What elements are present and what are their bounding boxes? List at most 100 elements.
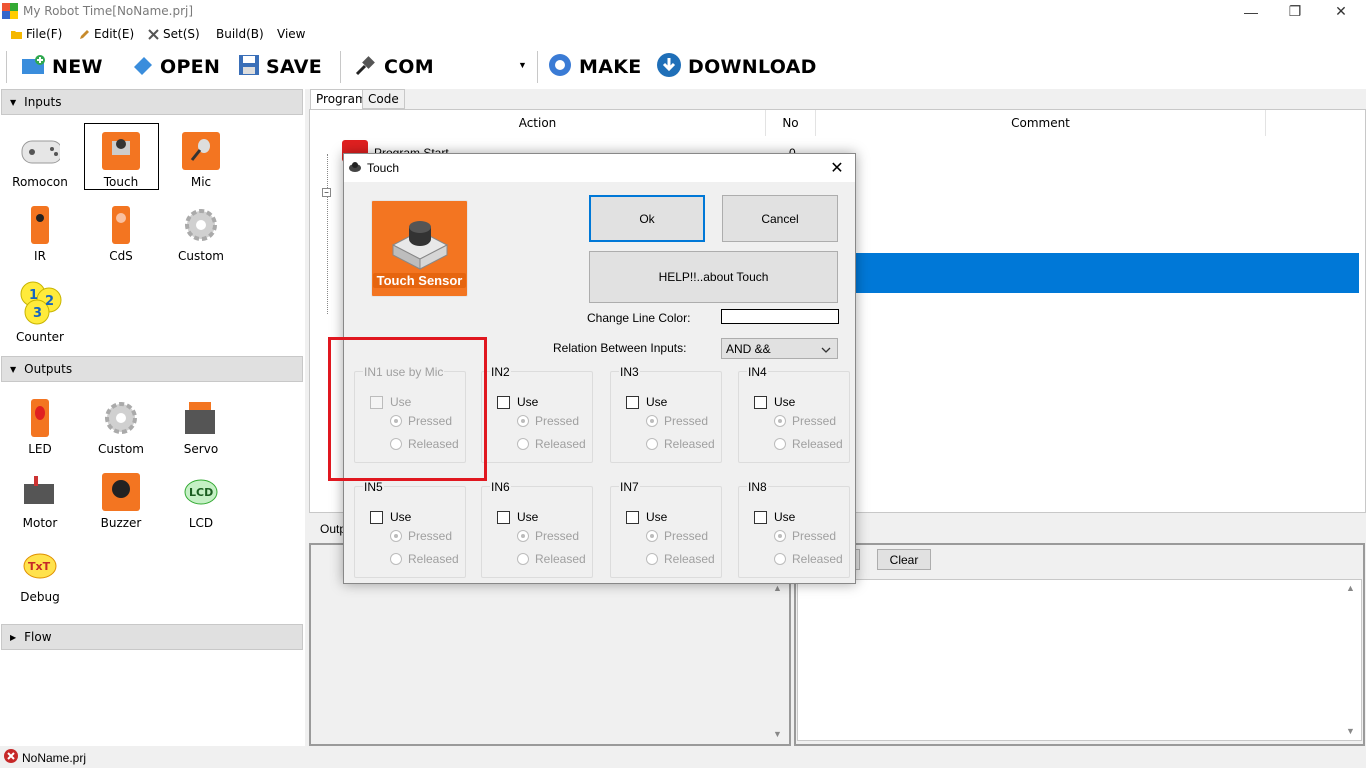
tool-cds[interactable]: CdS [88,205,154,263]
tree-collapse-icon[interactable]: − [322,188,331,197]
group-title: IN5 [363,480,384,494]
column-header-no[interactable]: No [766,110,816,136]
use-checkbox[interactable]: Use [626,510,667,524]
make-button[interactable]: MAKE [547,51,642,83]
menu-edit-label: Edit(E) [94,27,135,41]
cancel-button[interactable]: Cancel [722,195,838,242]
tool-mic[interactable]: Mic [168,131,234,189]
tab-code[interactable]: Code [362,89,405,109]
debug-icon: TxT [20,546,60,586]
menu-set-label: Set(S) [163,27,200,41]
outputs-header-label: Outputs [24,362,73,376]
menu-file[interactable]: File(F) [10,27,62,41]
tool-motor[interactable]: Motor [7,472,73,530]
pressed-radio: Pressed [646,529,708,543]
released-radio: Released [517,552,586,566]
toolbar-grip [6,51,7,83]
menu-edit[interactable]: Edit(E) [78,27,134,41]
line-color-swatch[interactable] [721,309,839,324]
touch-sensor-icon [101,131,141,171]
download-button[interactable]: DOWNLOAD [656,51,817,83]
input-group-in2: IN2 Use Pressed Released [481,365,593,463]
dialog-close-button[interactable]: ✕ [823,156,851,180]
menu-bar: File(F) Edit(E) Set(S) Build(B) View [0,23,1366,45]
outputs-section-header[interactable]: ▼ Outputs [1,356,303,382]
scroll-up-icon[interactable]: ▲ [773,583,782,593]
download-arrow-icon [656,52,682,83]
menu-build[interactable]: Build(B) [216,27,264,41]
use-checkbox[interactable]: Use [626,395,667,409]
relation-label: Relation Between Inputs: [553,341,687,355]
tool-touch[interactable]: Touch [88,131,154,189]
save-label: SAVE [266,56,322,78]
menu-view[interactable]: View [277,27,305,41]
group-title: IN2 [490,365,511,379]
tool-ir[interactable]: IR [7,205,73,263]
log-textbox[interactable] [797,579,1362,741]
expand-triangle-icon: ▶ [10,632,17,642]
use-checkbox[interactable]: Use [497,510,538,524]
relation-select[interactable]: AND && [721,338,838,359]
help-button[interactable]: HELP!!..about Touch [589,251,838,303]
use-checkbox[interactable]: Use [754,395,795,409]
minimize-button[interactable]: — [1228,0,1274,23]
collapse-triangle-icon: ▼ [10,97,17,107]
touch-sensor-image-label: Touch Sensor [372,273,467,288]
tool-servo[interactable]: Servo [168,398,234,456]
close-button[interactable]: ✕ [1318,0,1364,23]
open-button[interactable]: OPEN [130,51,220,83]
tool-custom-input[interactable]: Custom [168,205,234,263]
com-button[interactable]: COM [354,51,434,83]
tool-label: Buzzer [100,516,142,530]
clear-button[interactable]: Clear [877,549,931,570]
dialog-title: Touch [367,161,400,175]
group-title: IN7 [619,480,640,494]
inputs-section-header[interactable]: ▼ Inputs [1,89,303,115]
tool-label: Touch [103,175,139,189]
highlight-box [328,337,487,481]
tool-romocon[interactable]: Romocon [7,131,73,189]
column-header-comment[interactable]: Comment [816,110,1266,136]
buzzer-icon [101,472,141,512]
released-radio: Released [646,437,715,451]
group-title: IN6 [490,480,511,494]
tool-custom-output[interactable]: Custom [88,398,154,456]
scroll-down-icon[interactable]: ▼ [1346,726,1355,736]
ok-button[interactable]: Ok [589,195,705,242]
new-button[interactable]: NEW [20,51,103,83]
use-checkbox[interactable]: Use [754,510,795,524]
mic-sensor-icon [181,131,221,171]
menu-set[interactable]: Set(S) [147,27,200,41]
scroll-down-icon[interactable]: ▼ [773,729,782,739]
tool-label: Custom [178,249,224,263]
svg-text:1: 1 [29,288,38,303]
use-checkbox[interactable]: Use [370,510,411,524]
chevron-down-icon [821,342,831,356]
scroll-up-icon[interactable]: ▲ [1346,583,1355,593]
hidden-button-edge[interactable] [856,549,860,570]
tool-lcd[interactable]: LCD LCD [168,472,234,530]
tool-counter[interactable]: 123 Counter [7,280,73,344]
status-filename: NoName.prj [22,750,87,765]
restore-button[interactable]: ❐ [1272,0,1318,23]
chevron-down-icon[interactable]: ▼ [518,60,527,70]
column-header-action[interactable]: Action [310,110,766,136]
tool-label: Mic [190,175,212,189]
gear-icon [547,52,573,83]
use-checkbox[interactable]: Use [497,395,538,409]
touch-sensor-image: Touch Sensor [371,200,468,297]
tool-buzzer[interactable]: Buzzer [88,472,154,530]
released-radio: Released [390,552,459,566]
line-color-label: Change Line Color: [587,311,691,325]
pressed-radio: Pressed [517,529,579,543]
tool-label: LED [28,442,52,456]
tool-debug[interactable]: TxT Debug [7,546,73,604]
released-radio: Released [517,437,586,451]
save-button[interactable]: SAVE [238,51,322,83]
tool-led[interactable]: LED [7,398,73,456]
selected-row[interactable] [855,253,1359,293]
cds-sensor-icon [101,205,141,245]
flow-section-header[interactable]: ▶ Flow [1,624,303,650]
collapse-triangle-icon: ▼ [10,364,17,374]
gear-icon [101,398,141,438]
